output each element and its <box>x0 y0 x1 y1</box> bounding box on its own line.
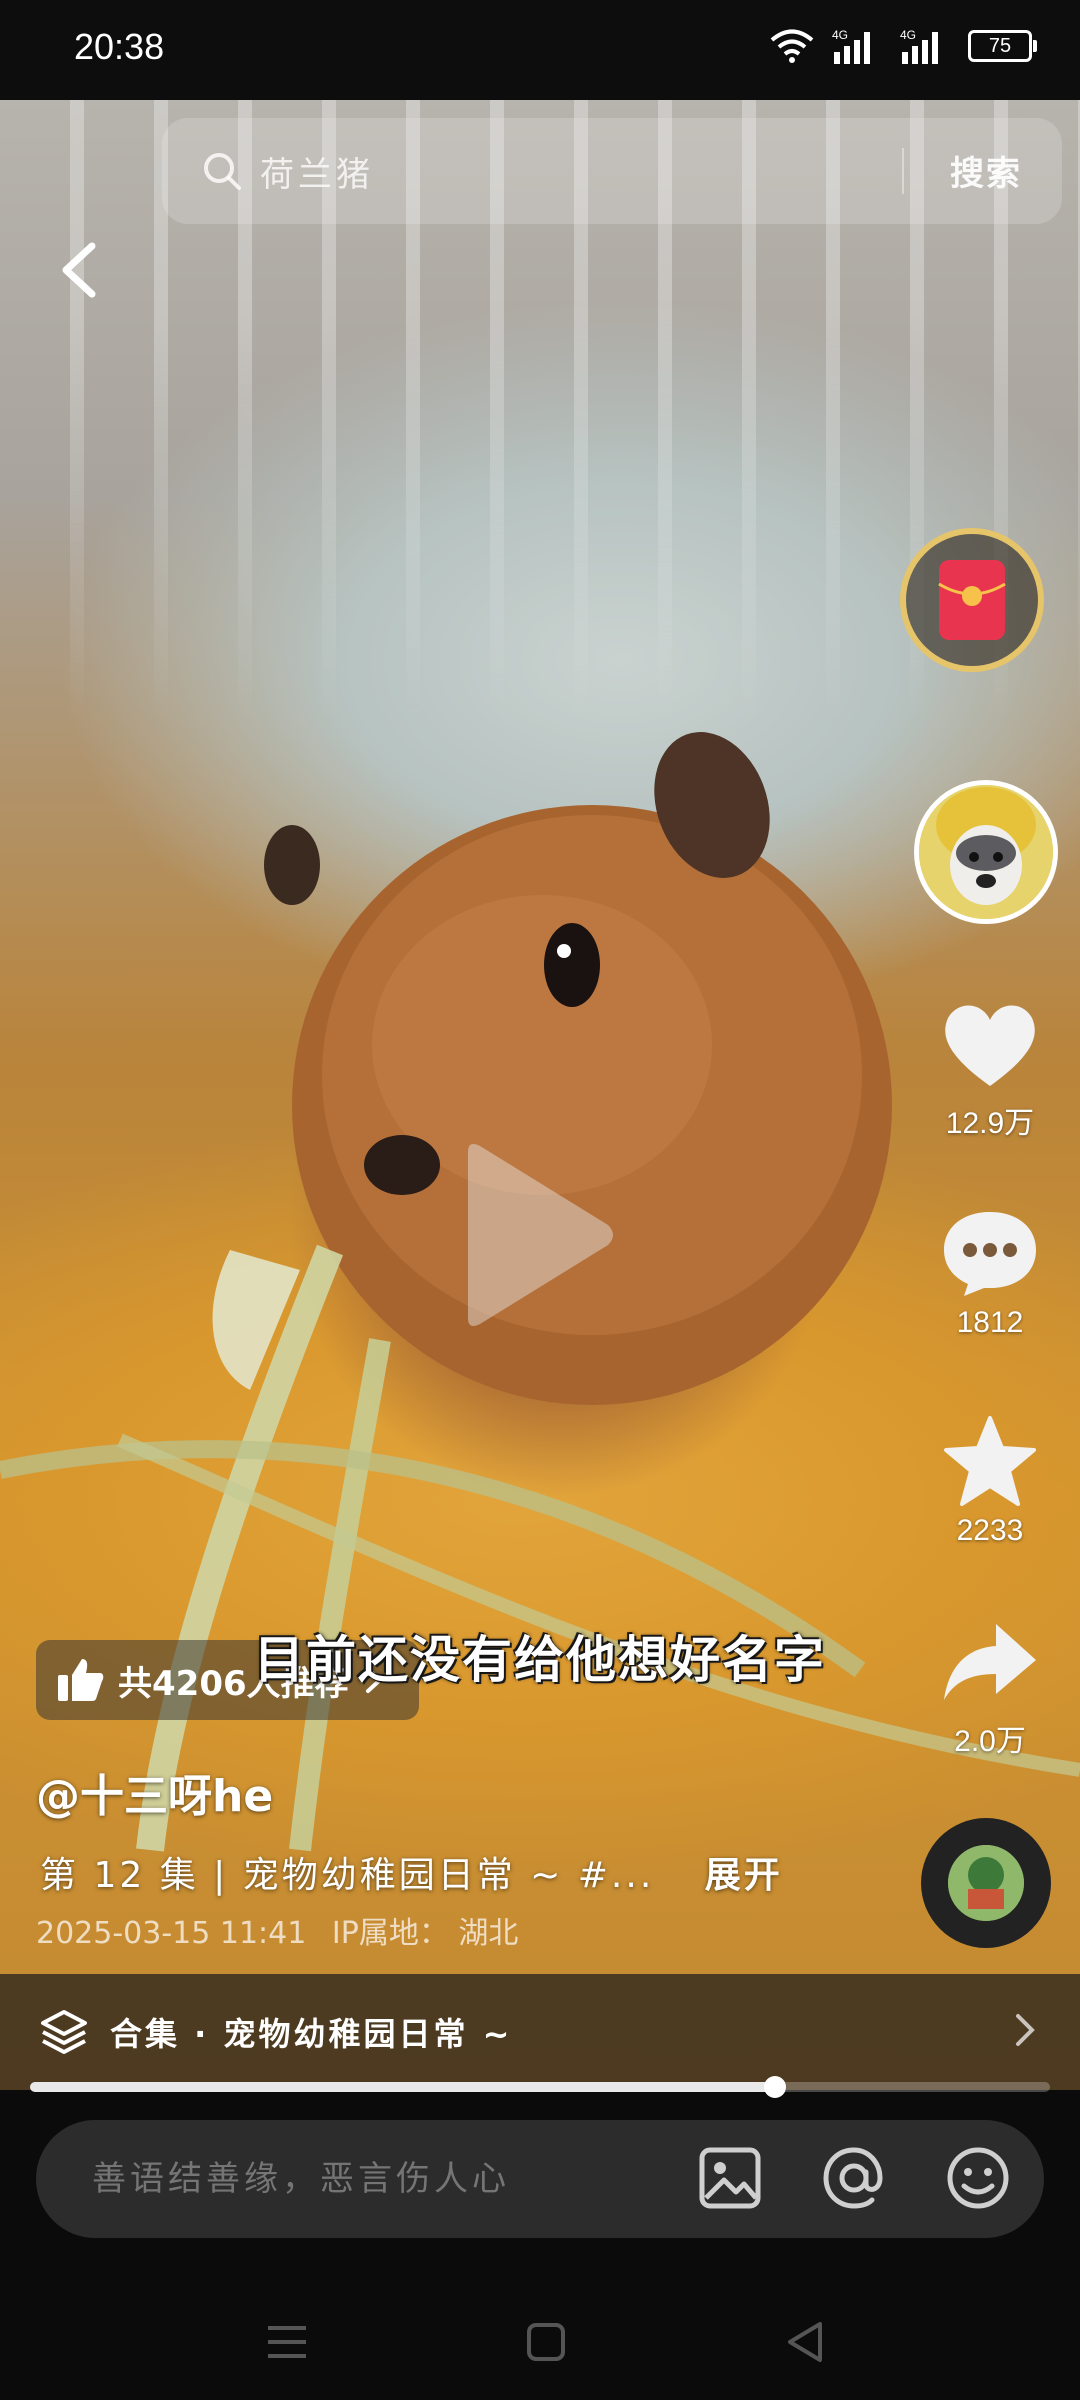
like-button[interactable]: 12.9万 <box>930 1000 1050 1142</box>
star-icon <box>944 1416 1036 1506</box>
play-icon[interactable] <box>458 1140 618 1330</box>
chevron-right-icon <box>1016 2014 1035 2046</box>
author-name[interactable]: @十三呀he <box>36 1760 273 1824</box>
wifi-icon <box>770 29 814 63</box>
comment-count: 1812 <box>956 1306 1024 1339</box>
share-count: 2.0万 <box>954 1725 1026 1758</box>
search-button[interactable]: 搜索 <box>950 146 1022 195</box>
system-nav-bar <box>0 2280 1080 2400</box>
home-nav-icon[interactable] <box>526 2322 566 2362</box>
music-disc-icon[interactable] <box>921 1818 1051 1948</box>
network-label: 4G <box>832 28 848 42</box>
battery-icon: 75 <box>968 30 1037 62</box>
author-avatar[interactable] <box>914 780 1058 924</box>
avatar-image <box>919 785 1053 919</box>
expand-button[interactable]: 展开 <box>705 1855 783 1896</box>
progress-fill <box>30 2082 775 2092</box>
emoji-icon[interactable] <box>942 2142 1014 2214</box>
status-icons: 4G 4G 75 <box>770 28 1037 64</box>
comment-input[interactable] <box>90 2158 654 2200</box>
video-description: 第 12 集 | 宠物幼稚园日常 ~ #... 展开 <box>40 1846 783 1898</box>
comment-actions <box>694 2142 1014 2214</box>
back-nav-icon[interactable] <box>784 2320 824 2364</box>
back-icon[interactable] <box>52 240 104 300</box>
search-bar[interactable]: 荷兰猪 搜索 <box>162 118 1062 224</box>
battery-level: 75 <box>988 34 1012 57</box>
progress-knob[interactable] <box>763 2076 786 2098</box>
comment-button[interactable]: 1812 <box>930 1208 1050 1340</box>
status-time: 20:38 <box>74 26 165 67</box>
collection-bar[interactable]: 合集 · 宠物幼稚园日常 ~ <box>0 1974 1080 2090</box>
menu-nav-icon[interactable] <box>266 2324 308 2360</box>
comment-bar[interactable] <box>36 2120 1044 2238</box>
ip-location: IP属地： 湖北 <box>331 1916 519 1951</box>
network-label: 4G <box>900 28 916 42</box>
at-icon[interactable] <box>818 2142 890 2214</box>
search-query[interactable]: 荷兰猪 <box>260 147 374 196</box>
post-timestamp: 2025-03-15 11:41 <box>36 1916 307 1951</box>
image-icon[interactable] <box>694 2142 766 2214</box>
signal-icon: 4G <box>832 28 870 64</box>
collection-label: 合集 · 宠物幼稚园日常 ~ <box>110 2015 513 2053</box>
search-icon <box>204 153 241 190</box>
favorite-count: 2233 <box>956 1514 1024 1547</box>
video-progress-bar[interactable] <box>30 2076 1050 2098</box>
layers-icon <box>41 2010 87 2054</box>
status-bar: 20:38 4G 4G 75 <box>0 0 1080 100</box>
favorite-button[interactable]: 2233 <box>930 1416 1050 1548</box>
video-subtitle: 目前还没有给他想好名字 <box>254 1631 826 1689</box>
search-divider <box>902 148 904 194</box>
post-meta: 2025-03-15 11:41 IP属地： 湖北 <box>36 1908 518 1952</box>
signal-icon: 4G <box>900 28 938 64</box>
red-packet-button[interactable] <box>900 528 1044 672</box>
red-packet-icon <box>938 560 1006 640</box>
music-cover <box>948 1845 1024 1921</box>
comment-icon <box>944 1212 1036 1296</box>
heart-icon <box>945 1005 1035 1086</box>
like-count: 12.9万 <box>945 1107 1035 1140</box>
description-text: 第 12 集 | 宠物幼稚园日常 ~ #... <box>40 1855 655 1896</box>
